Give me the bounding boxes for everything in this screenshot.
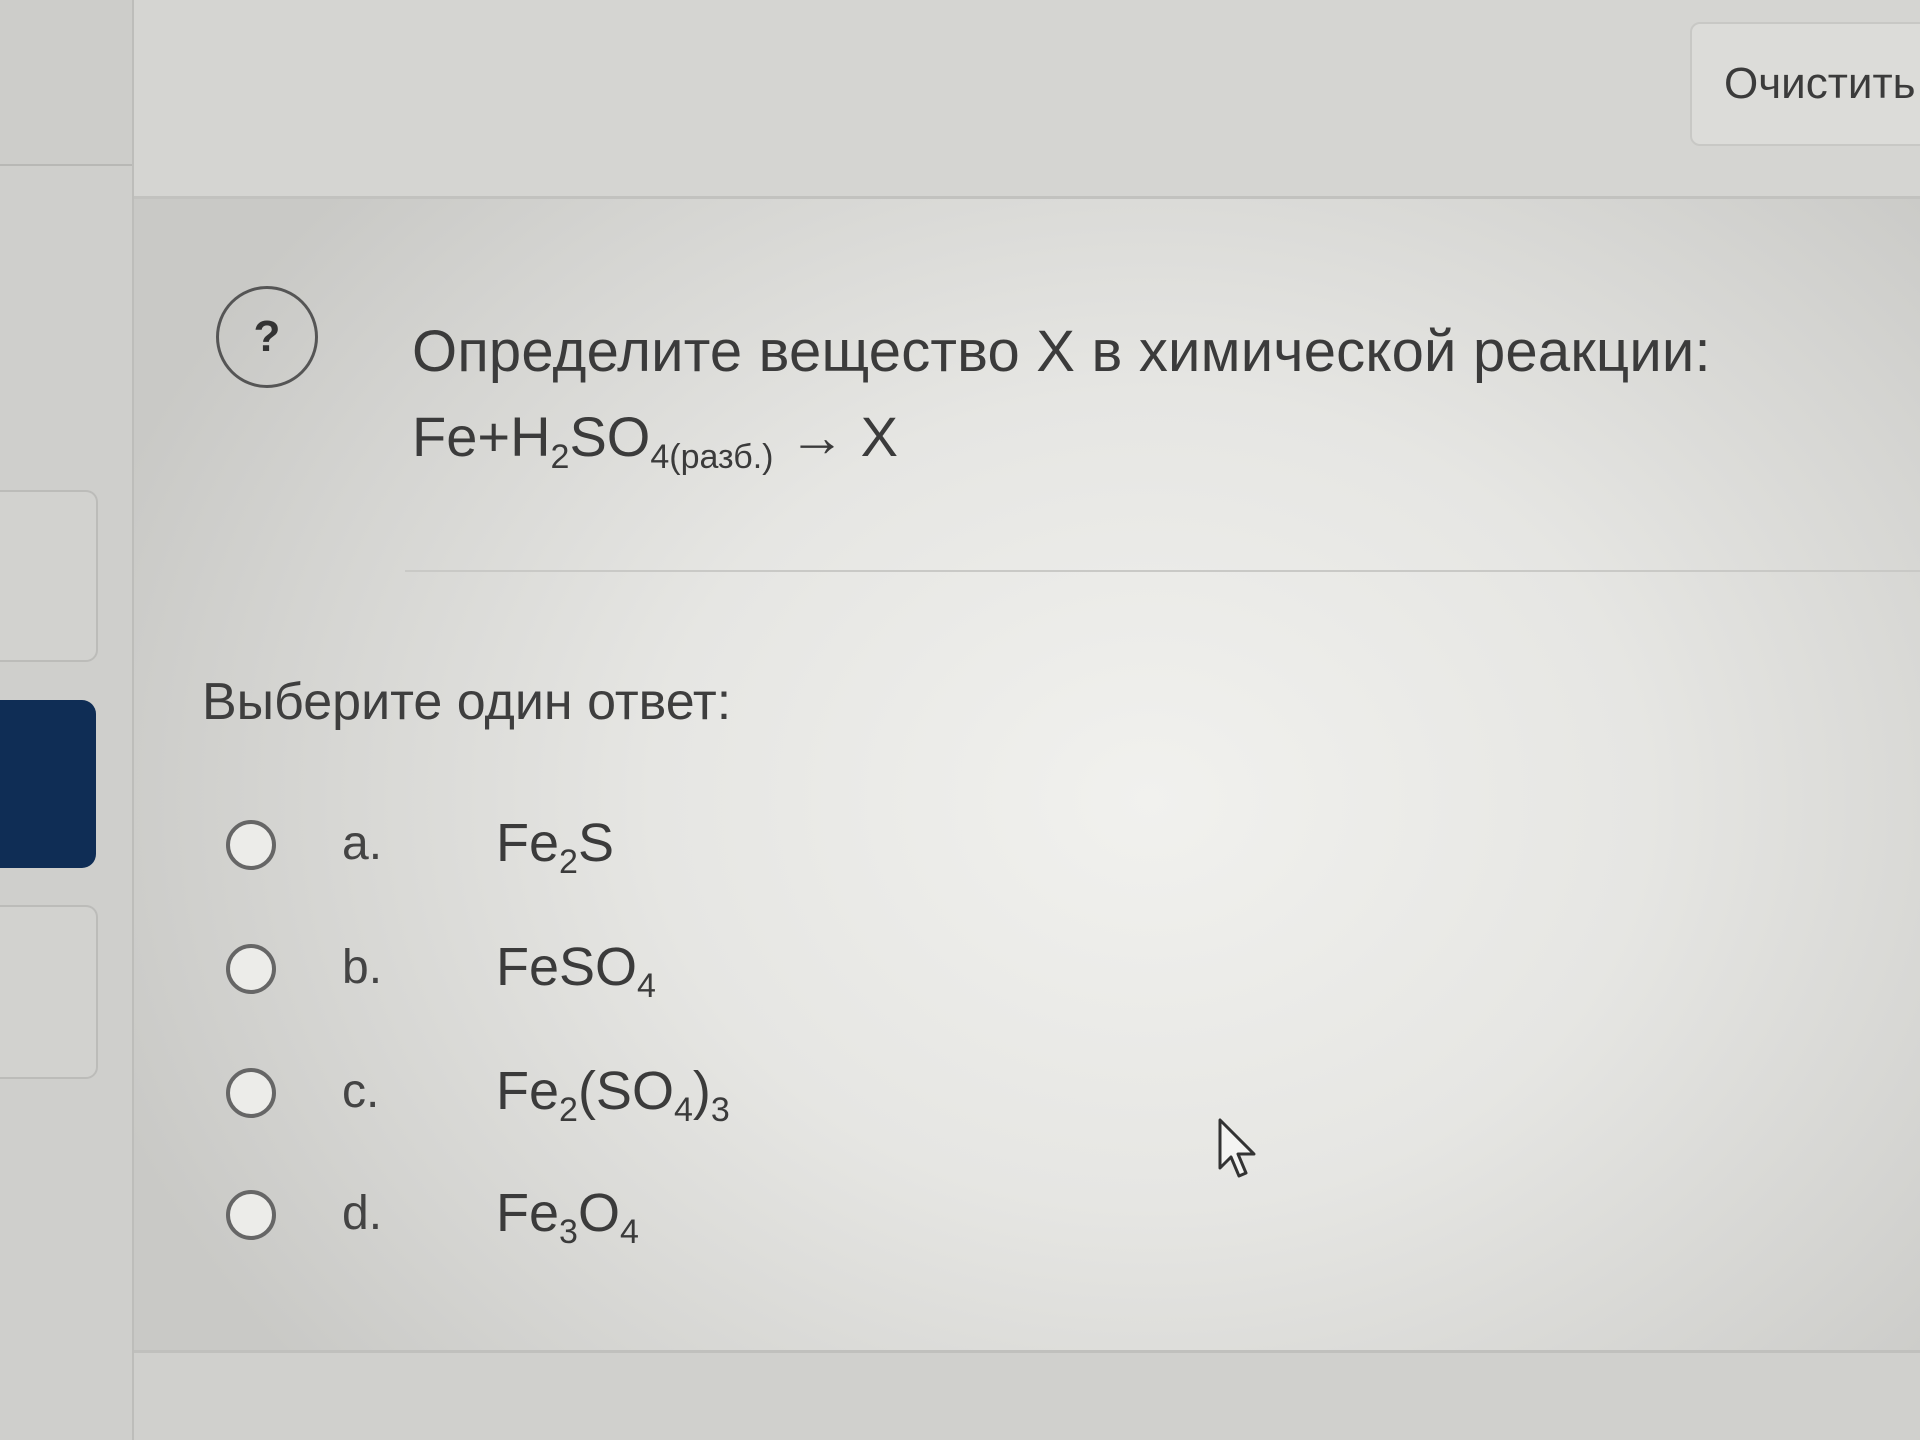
option-formula-b: FeSO4 <box>496 936 656 1003</box>
formula-subscript: 2 <box>559 1091 578 1129</box>
radio-button-a[interactable] <box>226 820 276 870</box>
equation-reactant-2-h: H <box>510 405 551 468</box>
formula-part: Fe <box>496 1061 560 1121</box>
formula-part: Fe <box>496 1183 560 1243</box>
left-navigation <box>0 0 134 1440</box>
clear-button-label: Очистить <box>1724 59 1916 108</box>
question-text: Определите вещество X в химической реакц… <box>412 319 1711 384</box>
option-formula-c: Fe2(SO4)3 <box>496 1060 730 1127</box>
formula-subscript: 3 <box>559 1213 578 1251</box>
formula-subscript: 4 <box>673 1091 693 1129</box>
clear-button[interactable]: Очистить <box>1690 22 1920 146</box>
formula-subscript: 3 <box>710 1091 730 1129</box>
radio-button-d[interactable] <box>226 1190 276 1240</box>
question-nav-block-current[interactable] <box>0 700 96 868</box>
formula-subscript: 4 <box>637 967 656 1005</box>
reaction-equation: Fe+H2SO4(разб.) → X <box>412 404 898 474</box>
formula-part: (SO <box>577 1061 674 1121</box>
radio-button-c[interactable] <box>226 1068 276 1118</box>
answer-option-a[interactable]: a. Fe2S <box>226 804 926 884</box>
question-nav-block-previous[interactable] <box>0 490 98 662</box>
option-formula-a: Fe2S <box>496 812 614 879</box>
equation-plus: + <box>477 405 511 468</box>
formula-subscript: 4 <box>619 1213 639 1251</box>
formula-subscript: 2 <box>559 843 578 881</box>
equation-product: → X <box>773 405 898 468</box>
option-letter-b: b. <box>342 941 383 994</box>
option-letter-a: a. <box>342 817 383 870</box>
option-letter-c: c. <box>342 1065 380 1118</box>
answer-option-b[interactable]: b. FeSO4 <box>226 928 926 1008</box>
equation-subscript-diluted: 4(разб.) <box>650 438 774 476</box>
equation-subscript-2: 2 <box>550 438 570 476</box>
formula-part: ) <box>692 1061 711 1121</box>
answer-option-d[interactable]: d. Fe3O4 <box>226 1174 926 1254</box>
equation-reactant-1: Fe <box>412 405 478 468</box>
answer-option-c[interactable]: c. Fe2(SO4)3 <box>226 1052 926 1132</box>
question-nav-block-next[interactable] <box>0 905 98 1079</box>
question-circle-icon: ? <box>216 286 318 388</box>
option-letter-d: d. <box>342 1187 383 1240</box>
question-header <box>134 0 1920 199</box>
equation-reactant-2-so: SO <box>569 405 651 468</box>
formula-part: FeSO <box>496 937 638 997</box>
option-formula-d: Fe3O4 <box>496 1182 639 1249</box>
question-divider <box>405 570 1920 572</box>
formula-part: O <box>577 1183 620 1243</box>
radio-button-b[interactable] <box>226 944 276 994</box>
formula-part: S <box>577 813 614 873</box>
answer-prompt: Выберите один ответ: <box>202 673 732 731</box>
question-icon-symbol: ? <box>253 312 281 361</box>
formula-part: Fe <box>496 813 560 873</box>
question-footer <box>134 1350 1920 1440</box>
quiz-screen: Очистить ? Определите вещество X в химич… <box>0 0 1920 1440</box>
mouse-pointer-icon <box>1218 1118 1256 1178</box>
left-nav-top-cell <box>0 0 132 166</box>
